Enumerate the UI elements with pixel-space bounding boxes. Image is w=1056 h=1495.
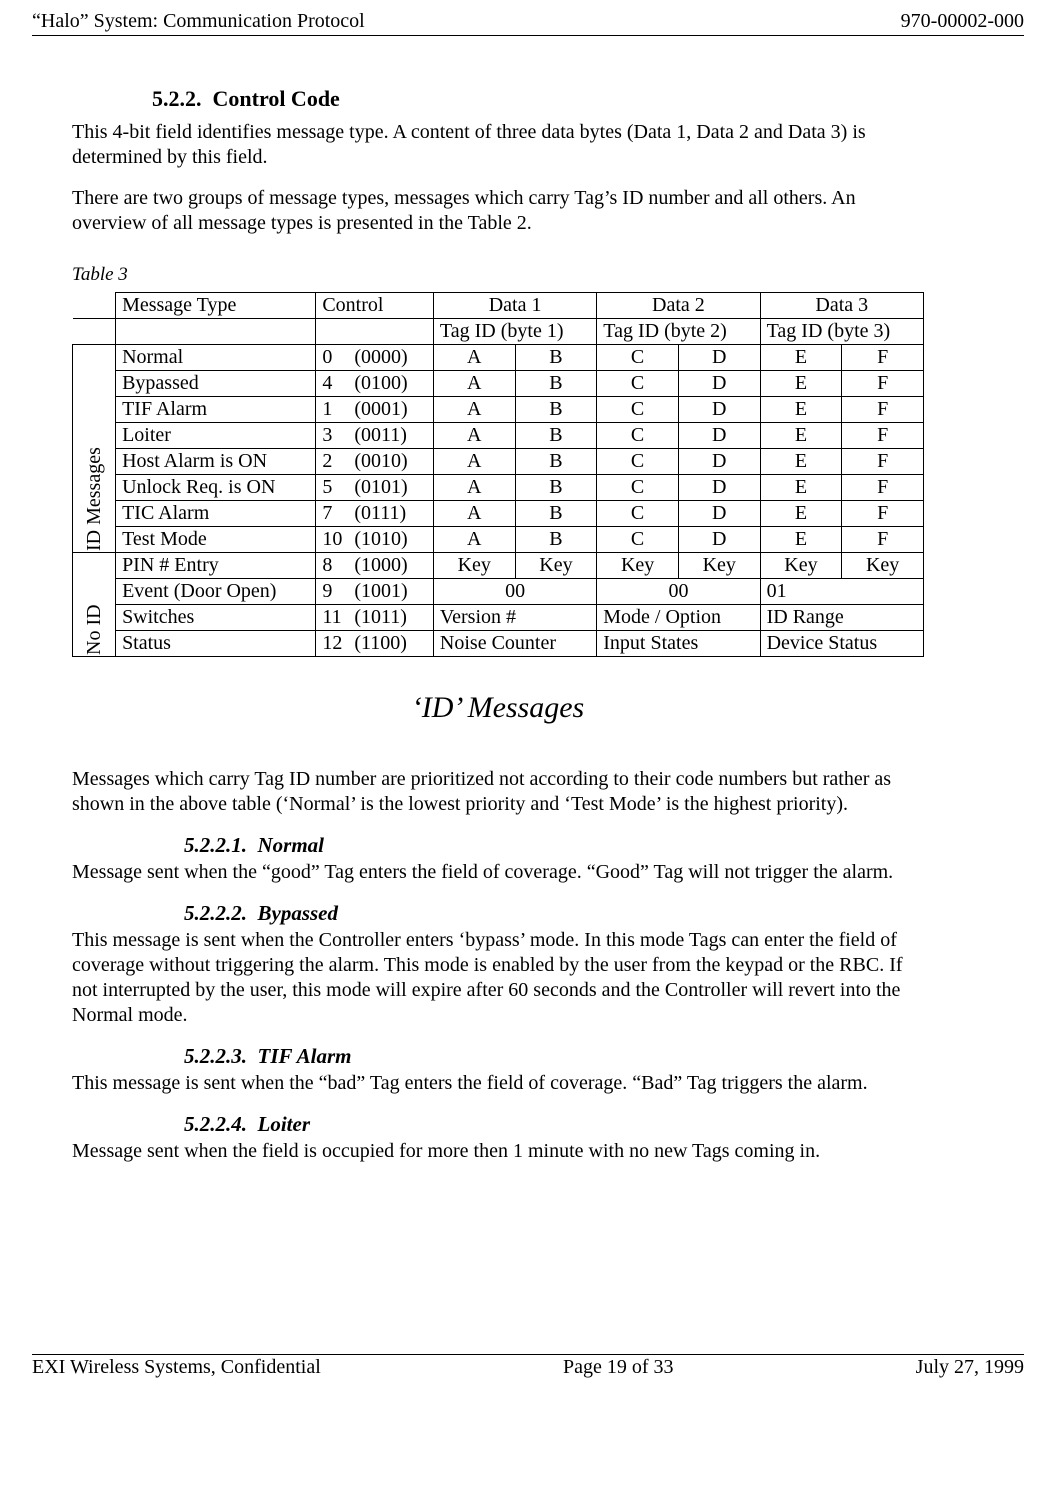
tag-id-byte1: Tag ID (byte 1) [433, 319, 596, 345]
table-row: No ID PIN # Entry 8(1000) KeyKey KeyKey … [73, 553, 924, 579]
table-row: Bypassed 4(0100) AB CD EF [73, 371, 924, 397]
table-row: Test Mode 10(1010) AB CD EF [73, 527, 924, 553]
table-row: Unlock Req. is ON 5(0101) AB CD EF [73, 475, 924, 501]
table-row: ID Messages Normal 0(0000) AB CD EF [73, 345, 924, 371]
table-row: Event (Door Open) 9(1001) 00 00 01 [73, 579, 924, 605]
footer-right: July 27, 1999 [916, 1356, 1024, 1379]
id-messages-para: Messages which carry Tag ID number are p… [72, 767, 924, 817]
tag-id-byte2: Tag ID (byte 2) [597, 319, 760, 345]
table-row: TIF Alarm 1(0001) AB CD EF [73, 397, 924, 423]
col-message-type: Message Type [116, 293, 316, 319]
col-data3: Data 3 [760, 293, 923, 319]
table-row: Status 12(1100) Noise Counter Input Stat… [73, 631, 924, 657]
tag-id-byte3: Tag ID (byte 3) [760, 319, 923, 345]
table-row: TIC Alarm 7(0111) AB CD EF [73, 501, 924, 527]
table-row: Host Alarm is ON 2(0010) AB CD EF [73, 449, 924, 475]
section-title: Control Code [213, 86, 340, 111]
control-code: 0(0000) [316, 345, 434, 371]
table-header-row: Message Type Control Data 1 Data 2 Data … [73, 293, 924, 319]
content: 5.2.2. Control Code This 4-bit field ide… [72, 86, 924, 1164]
header-right: 970-00002-000 [901, 10, 1024, 33]
page-header: “Halo” System: Communication Protocol 97… [32, 10, 1024, 36]
subsection-bypassed-body: This message is sent when the Controller… [72, 928, 924, 1028]
section-para-1: This 4-bit field identifies message type… [72, 120, 924, 170]
table-subheader-row: Tag ID (byte 1) Tag ID (byte 2) Tag ID (… [73, 319, 924, 345]
page: “Halo” System: Communication Protocol 97… [0, 0, 1056, 1389]
id-messages-heading: ‘ID’ Messages [72, 691, 924, 725]
subsection-normal-body: Message sent when the “good” Tag enters … [72, 860, 924, 885]
col-data2: Data 2 [597, 293, 760, 319]
table-caption: Table 3 [72, 264, 924, 286]
header-left: “Halo” System: Communication Protocol [32, 10, 365, 33]
footer-left: EXI Wireless Systems, Confidential [32, 1356, 321, 1379]
group-no-id: No ID [73, 553, 116, 657]
message-type-table: Message Type Control Data 1 Data 2 Data … [72, 292, 924, 657]
subsection-normal: 5.2.2.1. Normal [184, 833, 924, 858]
subsection-loiter-body: Message sent when the field is occupied … [72, 1139, 924, 1164]
col-data1: Data 1 [433, 293, 596, 319]
section-number: 5.2.2. [152, 86, 202, 111]
subsection-tif-body: This message is sent when the “bad” Tag … [72, 1071, 924, 1096]
group-id-messages: ID Messages [73, 345, 116, 553]
page-footer: EXI Wireless Systems, Confidential Page … [32, 1354, 1024, 1379]
footer-center: Page 19 of 33 [563, 1356, 674, 1379]
section-para-2: There are two groups of message types, m… [72, 186, 924, 236]
table-row: Loiter 3(0011) AB CD EF [73, 423, 924, 449]
table-row: Switches 11(1011) Version # Mode / Optio… [73, 605, 924, 631]
msg-name: Normal [116, 345, 316, 371]
subsection-tif: 5.2.2.3. TIF Alarm [184, 1044, 924, 1069]
section-522-heading: 5.2.2. Control Code [152, 86, 924, 112]
col-control: Control [316, 293, 434, 319]
subsection-loiter: 5.2.2.4. Loiter [184, 1112, 924, 1137]
subsection-bypassed: 5.2.2.2. Bypassed [184, 901, 924, 926]
